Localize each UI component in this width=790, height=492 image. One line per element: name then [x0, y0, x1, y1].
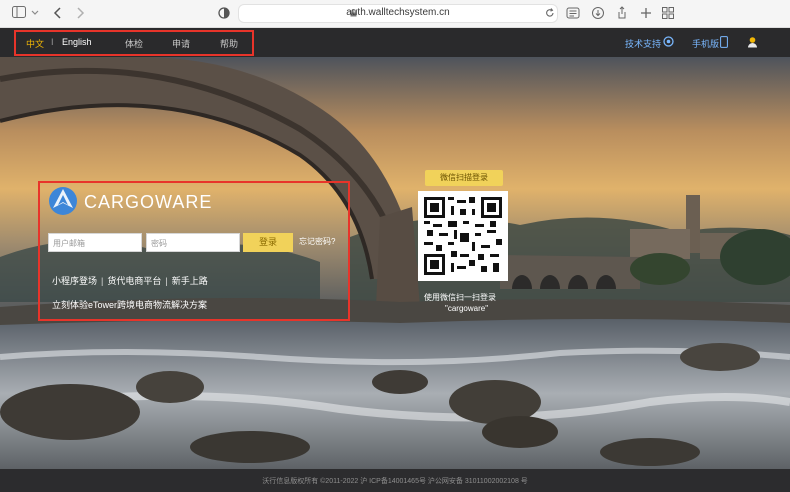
- reader-icon[interactable]: [566, 6, 580, 22]
- qr-caption: 使用微信扫一扫登录: [424, 293, 496, 302]
- mobile-phone-icon: [720, 36, 728, 50]
- brand-name: CARGOWARE: [84, 192, 213, 212]
- forward-icon[interactable]: [74, 6, 86, 22]
- link-ecommerce-platform[interactable]: 货代电商平台: [107, 276, 161, 286]
- footer: 沃行信息版权所有 ©2011-2022 沪 ICP备14001465号 沪公网安…: [0, 469, 790, 492]
- quick-links: 小程序登场 | 货代电商平台 | 新手上路: [52, 274, 208, 287]
- tech-support-link[interactable]: 技术支持: [625, 37, 661, 50]
- promo-link[interactable]: 立刻体验eTower跨境电商物流解决方案: [52, 298, 207, 311]
- footer-copyright: 沃行信息版权所有 ©2011-2022 沪 ICP备14001465号 沪公网安…: [262, 478, 528, 485]
- links-divider: |: [165, 276, 168, 286]
- support-icon: [663, 36, 674, 49]
- back-icon[interactable]: [52, 6, 64, 22]
- qr-caption-app: "cargoware": [445, 304, 489, 313]
- mobile-version-link[interactable]: 手机版: [692, 37, 719, 50]
- password-field[interactable]: 密码: [146, 233, 240, 252]
- url-text: auth.walltechsystem.cn: [346, 7, 450, 18]
- reload-icon[interactable]: [545, 7, 555, 23]
- browser-toolbar: auth.walltechsystem.cn: [0, 0, 790, 28]
- forgot-password-link[interactable]: 忘记密码?: [299, 236, 335, 247]
- link-getting-started[interactable]: 新手上路: [172, 276, 208, 286]
- address-bar[interactable]: auth.walltechsystem.cn: [238, 4, 558, 23]
- qr-code-image: [424, 197, 502, 275]
- user-avatar-icon[interactable]: [747, 36, 758, 50]
- login-button[interactable]: 登录: [243, 233, 293, 252]
- privacy-shield-icon[interactable]: [218, 6, 230, 22]
- tab-overview-icon[interactable]: [661, 6, 675, 22]
- share-icon[interactable]: [615, 6, 629, 22]
- link-mini-program[interactable]: 小程序登场: [52, 276, 97, 286]
- email-field[interactable]: 用户邮箱: [48, 233, 142, 252]
- downloads-icon[interactable]: [591, 6, 605, 22]
- wechat-qr-code: [418, 191, 508, 281]
- wechat-login-badge[interactable]: 微信扫描登录: [425, 170, 503, 186]
- new-tab-icon[interactable]: [639, 6, 653, 22]
- highlight-nav-box: [14, 30, 254, 56]
- cargoware-logo-icon: [49, 187, 77, 215]
- links-divider: |: [101, 276, 104, 286]
- chevron-down-icon[interactable]: [30, 6, 40, 22]
- sidebar-icon[interactable]: [12, 6, 26, 22]
